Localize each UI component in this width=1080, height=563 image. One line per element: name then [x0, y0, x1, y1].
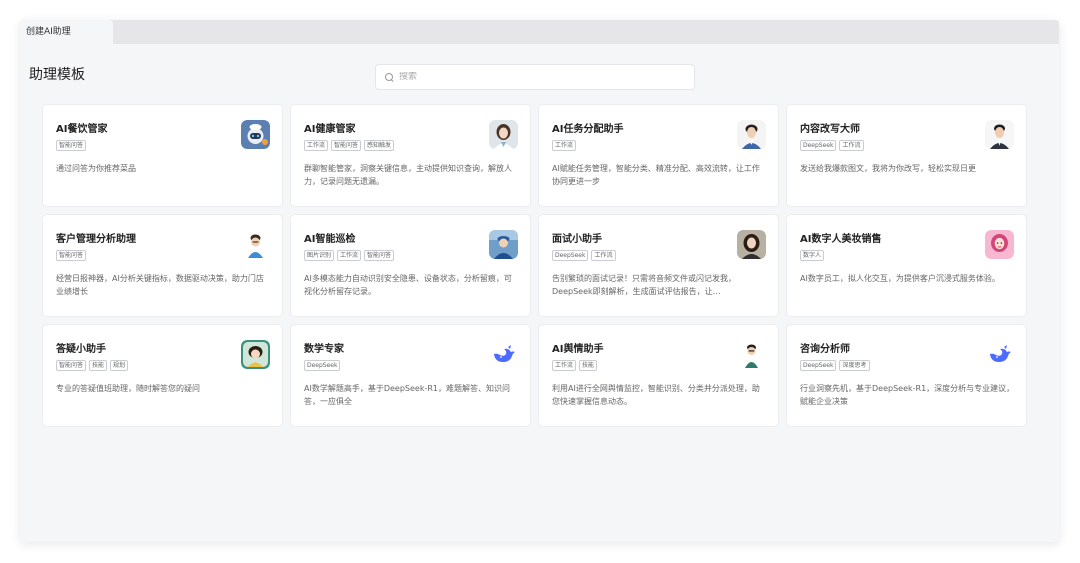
- card-tags: 图片识别 工作流 智能问答: [304, 250, 518, 262]
- card-tags: 智能问答: [56, 140, 270, 152]
- card-tag: 智能问答: [364, 250, 395, 261]
- card-description: AI数学解题高手，基于DeepSeek-R1，难题解答、知识问答，一应俱全: [304, 384, 511, 406]
- card-title: 答疑小助手: [56, 344, 106, 355]
- card-tags: 智能问答: [56, 250, 270, 262]
- search-box[interactable]: [375, 64, 695, 90]
- card-tag: 图片识别: [304, 250, 335, 261]
- card-tag: 智能问答: [56, 360, 87, 371]
- card-title: AI舆情助手: [552, 344, 604, 355]
- card-description: AI赋能任务管理，智能分类、精准分配、高效流转，让工作协同更进一步: [552, 164, 760, 186]
- card-tag: 智能问答: [56, 250, 87, 261]
- card-title: AI健康管家: [304, 124, 356, 135]
- card-title: AI餐饮管家: [56, 124, 108, 135]
- card-title: 内容改写大师: [800, 124, 860, 135]
- card-description: 告别繁琐的面试记录！只需将音频文件或闪记发我，DeepSeek即刻解析，生成面试…: [552, 274, 736, 296]
- card-tag: 工作流: [839, 140, 864, 151]
- man-suit-avatar: [985, 120, 1014, 149]
- card-tag: 智能问答: [56, 140, 87, 151]
- card-tag: DeepSeek: [800, 140, 837, 151]
- makeup-woman-avatar: [985, 230, 1014, 259]
- card-tag: 技能: [89, 360, 108, 371]
- template-card[interactable]: AI舆情助手 工作流 技能 利用AI进行全网舆情监控，智能识别、分类并分派处理，助您快…: [538, 324, 779, 427]
- card-tag: 技能: [579, 360, 598, 371]
- card-tag: 智能问答: [331, 140, 362, 151]
- woman-avatar: [737, 230, 766, 259]
- card-title: 面试小助手: [552, 234, 602, 245]
- card-tag: 工作流: [337, 250, 362, 261]
- card-tag: 数字人: [800, 250, 825, 261]
- template-card[interactable]: 数学专家 DeepSeek AI数学解题高手，基于DeepSeek-R1，难题解答、…: [290, 324, 531, 427]
- card-tag: DeepSeek: [552, 250, 589, 261]
- card-tag: 深度思考: [839, 360, 870, 371]
- card-title: 数学专家: [304, 344, 344, 355]
- inspector-avatar: [489, 230, 518, 259]
- card-tag: 工作流: [304, 140, 329, 151]
- template-card[interactable]: AI健康管家 工作流 智能问答 感知触发 群聊智能管家，洞察关键信息，主动提供知识查询，…: [290, 104, 531, 207]
- card-description: 行业洞察先机，基于DeepSeek-R1，深度分析与专业建议，赋能企业决策: [800, 384, 1015, 406]
- cartoon-analyst-avatar: [737, 340, 766, 369]
- card-description: 专业的答疑值班助理，随时解答您的疑问: [56, 384, 200, 393]
- card-description: 通过问答为你推荐菜品: [56, 164, 136, 173]
- card-tags: 工作流 智能问答 感知触发: [304, 140, 518, 152]
- card-tags: 工作流 技能: [552, 360, 766, 372]
- page-title: 助理模板: [29, 67, 85, 83]
- cartoon-girl-avatar: [241, 340, 270, 369]
- template-card[interactable]: 咨询分析师 DeepSeek 深度思考行业洞察先机，基于DeepSeek-R1，深度…: [786, 324, 1027, 427]
- card-description: 利用AI进行全网舆情监控，智能识别、分类并分派处理，助您快速掌握信息动态。: [552, 384, 760, 406]
- search-input[interactable]: [399, 72, 679, 82]
- search-icon: [385, 72, 394, 82]
- card-tag: 工作流: [591, 250, 616, 261]
- card-tag: DeepSeek: [800, 360, 837, 371]
- man-avatar: [737, 120, 766, 149]
- template-grid: AI餐饮管家 智能问答 通过问答为你推荐菜品 AI健康管家 工作流 智能问答 感知触发 群聊智…: [42, 104, 1027, 427]
- card-tag: 工作流: [552, 140, 577, 151]
- card-tags: 工作流: [552, 140, 766, 152]
- robot-chef-icon: [241, 120, 270, 149]
- template-card[interactable]: AI智能巡检 图片识别 工作流 智能问答 AI多模态能力自动识别安全隐患、设备状态，分析…: [290, 214, 531, 317]
- template-card[interactable]: 内容改写大师 DeepSeek 工作流 发送给我爆款图文，我将为你改写，轻松实现日更: [786, 104, 1027, 207]
- card-tags: DeepSeek: [304, 360, 518, 372]
- card-description: AI多模态能力自动识别安全隐患、设备状态，分析留痕，可视化分析留存记录。: [304, 274, 512, 296]
- card-tags: 数字人: [800, 250, 1014, 262]
- card-description: 群聊智能管家，洞察关键信息，主动提供知识查询，解放人力，记录问题无遗漏。: [304, 164, 512, 186]
- card-tag: 规划: [110, 360, 129, 371]
- card-tag: 工作流: [552, 360, 577, 371]
- cartoon-man-avatar: [241, 230, 270, 259]
- card-title: 咨询分析师: [800, 344, 850, 355]
- template-card[interactable]: 答疑小助手 智能问答 技能 规划 专业的答疑值班助理，随时解答您的疑问: [42, 324, 283, 427]
- card-title: AI数字人美妆销售: [800, 234, 882, 245]
- template-card[interactable]: 客户管理分析助理 智能问答经营日报神器，AI分析关键指标，数据驱动决策，助力门店业…: [42, 214, 283, 317]
- tab-bar: 创建AI助理: [20, 20, 1059, 44]
- card-tag: DeepSeek: [304, 360, 341, 371]
- card-description: 经营日报神器，AI分析关键指标，数据驱动决策，助力门店业绩增长: [56, 274, 264, 296]
- app-window: 创建AI助理 助理模板 AI餐饮管家智能问答通过问答为你推荐菜品AI健康管家工作…: [20, 20, 1059, 542]
- card-tags: 智能问答 技能 规划: [56, 360, 270, 372]
- doctor-avatar: [489, 120, 518, 149]
- card-tags: DeepSeek 工作流: [800, 140, 1014, 152]
- card-description: 发送给我爆款图文，我将为你改写，轻松实现日更: [800, 164, 976, 173]
- deepseek-whale-icon: [985, 340, 1014, 369]
- card-title: AI任务分配助手: [552, 124, 624, 135]
- deepseek-whale-icon: [489, 340, 518, 369]
- template-card[interactable]: AI任务分配助手 工作流 AI赋能任务管理，智能分类、精准分配、高效流转，让工作协同…: [538, 104, 779, 207]
- tab-create-ai-assistant[interactable]: 创建AI助理: [20, 20, 113, 44]
- template-card[interactable]: 面试小助手 DeepSeek 工作流告别繁琐的面试记录！只需将音频文件或闪记发我，D…: [538, 214, 779, 317]
- card-tags: DeepSeek 深度思考: [800, 360, 1014, 372]
- template-card[interactable]: AI餐饮管家 智能问答通过问答为你推荐菜品: [42, 104, 283, 207]
- card-title: AI智能巡检: [304, 234, 356, 245]
- card-tag: 感知触发: [364, 140, 395, 151]
- card-description: AI数字员工，拟人化交互，为提供客户沉浸式服务体验。: [800, 274, 1000, 283]
- card-tags: DeepSeek 工作流: [552, 250, 766, 262]
- card-title: 客户管理分析助理: [56, 234, 136, 245]
- template-card[interactable]: AI数字人美妆销售 数字人 AI数字员工，拟人化交互，为提供客户沉浸式服务体验。: [786, 214, 1027, 317]
